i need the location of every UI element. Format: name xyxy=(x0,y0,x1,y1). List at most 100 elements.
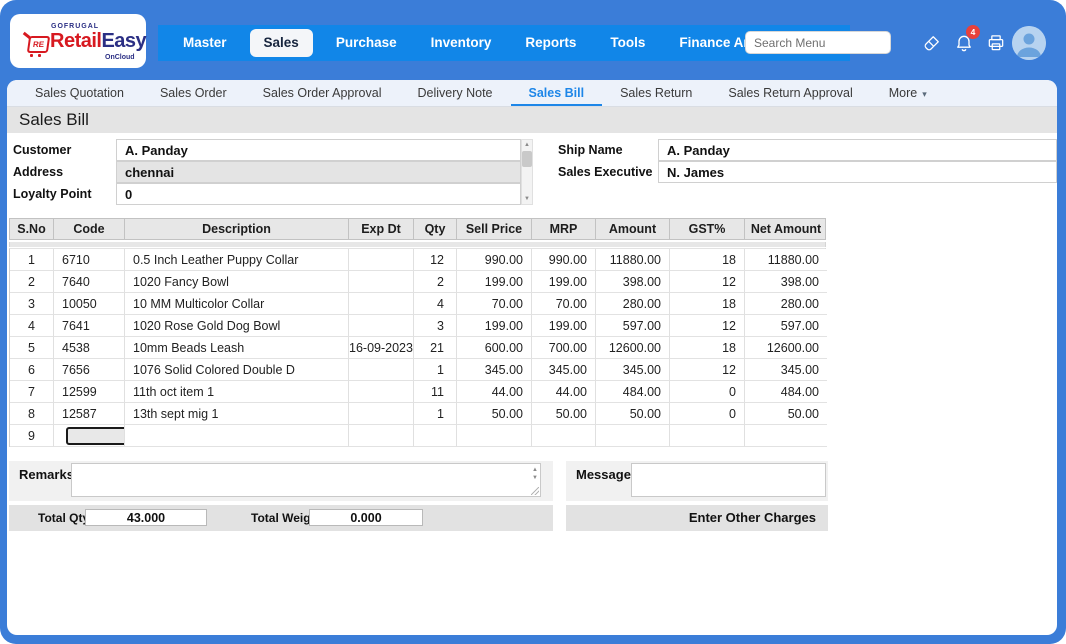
table-cell-qty[interactable]: 2 xyxy=(414,271,457,293)
table-cell-code[interactable]: 7640 xyxy=(54,271,125,293)
table-cell-code[interactable]: 12587 xyxy=(54,403,125,425)
spinner-down-icon[interactable]: ▼ xyxy=(532,475,538,481)
total-weight-input[interactable] xyxy=(309,509,423,526)
table-cell-gst[interactable]: 12 xyxy=(670,315,745,337)
search-input[interactable] xyxy=(745,31,891,54)
table-cell-net-amount[interactable]: 280.00 xyxy=(745,293,827,315)
table-cell-s-no[interactable]: 2 xyxy=(10,271,54,293)
paintbrush-icon[interactable] xyxy=(922,33,942,53)
table-cell-gst[interactable]: 12 xyxy=(670,359,745,381)
table-cell-code[interactable]: 6710 xyxy=(54,249,125,271)
table-cell-exp-dt[interactable] xyxy=(349,271,414,293)
message-input[interactable] xyxy=(631,463,826,497)
loyalty-point-input[interactable] xyxy=(116,183,521,205)
table-cell-sell-price[interactable] xyxy=(457,425,532,447)
table-cell-gst[interactable]: 18 xyxy=(670,249,745,271)
table-cell-code[interactable]: 4538 xyxy=(54,337,125,359)
table-cell-amount[interactable]: 345.00 xyxy=(596,359,670,381)
form-scrollbar[interactable]: ▲ ▼ xyxy=(521,139,533,205)
scroll-up-icon[interactable]: ▲ xyxy=(522,142,532,148)
table-cell-gst[interactable]: 12 xyxy=(670,271,745,293)
table-cell-sell-price[interactable]: 600.00 xyxy=(457,337,532,359)
table-cell-description[interactable]: 10 MM Multicolor Collar xyxy=(125,293,349,315)
brand-logo[interactable]: RE GOFRUGAL RetailEasy OnCloud xyxy=(10,14,146,68)
table-cell-net-amount[interactable]: 11880.00 xyxy=(745,249,827,271)
table-cell-net-amount[interactable]: 597.00 xyxy=(745,315,827,337)
table-cell-amount[interactable]: 484.00 xyxy=(596,381,670,403)
table-cell-description[interactable]: 13th sept mig 1 xyxy=(125,403,349,425)
table-cell-sell-price[interactable]: 50.00 xyxy=(457,403,532,425)
table-cell-s-no[interactable]: 7 xyxy=(10,381,54,403)
table-cell-sell-price[interactable]: 199.00 xyxy=(457,271,532,293)
table-cell-net-amount[interactable]: 345.00 xyxy=(745,359,827,381)
table-cell-net-amount[interactable]: 398.00 xyxy=(745,271,827,293)
table-cell-mrp[interactable]: 70.00 xyxy=(532,293,596,315)
table-cell-mrp[interactable]: 700.00 xyxy=(532,337,596,359)
table-cell-sell-price[interactable]: 345.00 xyxy=(457,359,532,381)
spinner-up-icon[interactable]: ▲ xyxy=(532,467,538,473)
table-cell-code[interactable]: 7641 xyxy=(54,315,125,337)
menu-item-reports[interactable]: Reports xyxy=(508,25,593,61)
table-cell-exp-dt[interactable] xyxy=(349,381,414,403)
table-cell-mrp[interactable]: 199.00 xyxy=(532,271,596,293)
table-cell-mrp[interactable]: 199.00 xyxy=(532,315,596,337)
table-cell-gst[interactable]: 18 xyxy=(670,293,745,315)
ship-name-input[interactable] xyxy=(658,139,1057,161)
table-cell-code[interactable] xyxy=(54,425,125,447)
table-cell-gst[interactable]: 0 xyxy=(670,381,745,403)
table-cell-amount[interactable]: 12600.00 xyxy=(596,337,670,359)
table-cell-description[interactable]: 0.5 Inch Leather Puppy Collar xyxy=(125,249,349,271)
user-avatar[interactable] xyxy=(1012,26,1046,60)
table-cell-qty[interactable]: 3 xyxy=(414,315,457,337)
menu-item-inventory[interactable]: Inventory xyxy=(414,25,509,61)
table-cell-sell-price[interactable]: 44.00 xyxy=(457,381,532,403)
tab-delivery-note[interactable]: Delivery Note xyxy=(399,80,510,106)
table-cell-exp-dt[interactable] xyxy=(349,315,414,337)
table-cell-qty[interactable]: 11 xyxy=(414,381,457,403)
table-cell-s-no[interactable]: 8 xyxy=(10,403,54,425)
table-cell-description[interactable]: 1020 Fancy Bowl xyxy=(125,271,349,293)
table-cell-s-no[interactable]: 4 xyxy=(10,315,54,337)
table-cell-description[interactable]: 1020 Rose Gold Dog Bowl xyxy=(125,315,349,337)
tab-more[interactable]: More▾ xyxy=(871,80,945,106)
tab-sales-bill[interactable]: Sales Bill xyxy=(511,80,603,106)
table-cell-mrp[interactable]: 345.00 xyxy=(532,359,596,381)
tab-sales-order-approval[interactable]: Sales Order Approval xyxy=(245,80,400,106)
table-cell-amount[interactable]: 11880.00 xyxy=(596,249,670,271)
resize-handle-icon[interactable] xyxy=(531,487,539,495)
table-cell-qty[interactable] xyxy=(414,425,457,447)
table-cell-s-no[interactable]: 6 xyxy=(10,359,54,381)
table-cell-s-no[interactable]: 1 xyxy=(10,249,54,271)
table-cell-mrp[interactable]: 44.00 xyxy=(532,381,596,403)
table-cell-amount[interactable]: 398.00 xyxy=(596,271,670,293)
menu-item-master[interactable]: Master xyxy=(166,25,244,61)
table-cell-amount[interactable]: 50.00 xyxy=(596,403,670,425)
table-cell-s-no[interactable]: 5 xyxy=(10,337,54,359)
scroll-down-icon[interactable]: ▼ xyxy=(522,196,532,202)
table-cell-gst[interactable]: 0 xyxy=(670,403,745,425)
enter-other-charges-button[interactable]: Enter Other Charges xyxy=(566,505,828,531)
table-cell-s-no[interactable]: 3 xyxy=(10,293,54,315)
table-cell-exp-dt[interactable] xyxy=(349,425,414,447)
table-cell-gst[interactable] xyxy=(670,425,745,447)
table-cell-mrp[interactable] xyxy=(532,425,596,447)
table-cell-sell-price[interactable]: 70.00 xyxy=(457,293,532,315)
table-cell-code[interactable]: 7656 xyxy=(54,359,125,381)
tab-sales-quotation[interactable]: Sales Quotation xyxy=(17,80,142,106)
customer-input[interactable] xyxy=(116,139,521,161)
table-cell-qty[interactable]: 21 xyxy=(414,337,457,359)
table-cell-net-amount[interactable]: 12600.00 xyxy=(745,337,827,359)
table-cell-qty[interactable]: 1 xyxy=(414,359,457,381)
table-cell-amount[interactable]: 597.00 xyxy=(596,315,670,337)
tab-sales-return[interactable]: Sales Return xyxy=(602,80,710,106)
table-cell-code[interactable]: 10050 xyxy=(54,293,125,315)
table-cell-net-amount[interactable]: 484.00 xyxy=(745,381,827,403)
address-input[interactable] xyxy=(116,161,521,183)
table-cell-description[interactable]: 1076 Solid Colored Double D xyxy=(125,359,349,381)
tab-sales-return-approval[interactable]: Sales Return Approval xyxy=(710,80,870,106)
total-qty-input[interactable] xyxy=(85,509,207,526)
table-cell-net-amount[interactable] xyxy=(745,425,827,447)
table-cell-mrp[interactable]: 50.00 xyxy=(532,403,596,425)
table-cell-mrp[interactable]: 990.00 xyxy=(532,249,596,271)
tab-sales-order[interactable]: Sales Order xyxy=(142,80,245,106)
